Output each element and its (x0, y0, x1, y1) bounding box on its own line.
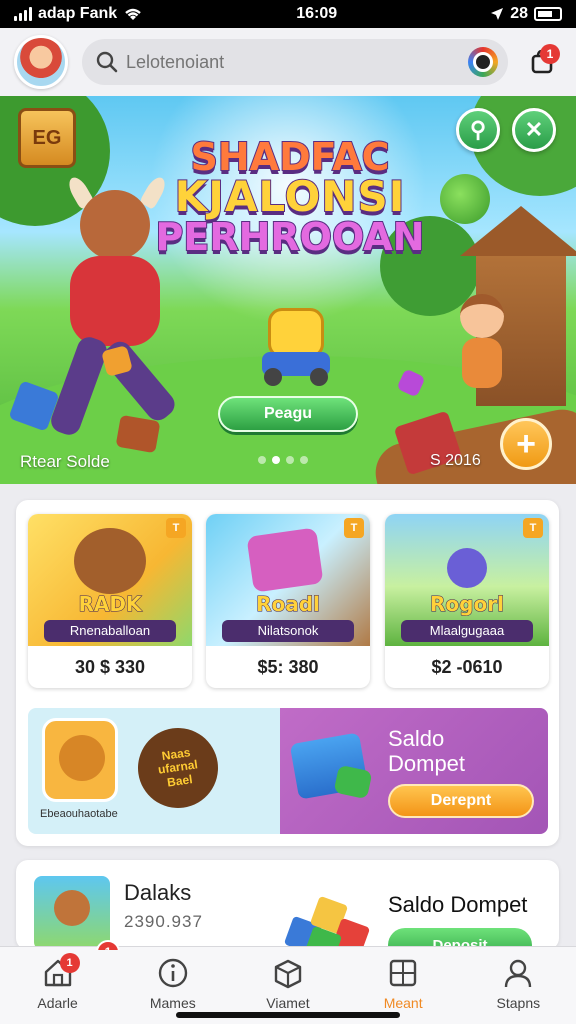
notification-badge: 1 (540, 44, 560, 64)
deposit-button[interactable]: Derepnt (388, 784, 534, 818)
bear-illustration (74, 528, 146, 594)
user-icon (505, 959, 532, 988)
dino-character (440, 174, 490, 224)
toy-car (262, 308, 330, 388)
search-icon (96, 51, 118, 73)
wallet-title: Saldo Dompet (388, 726, 466, 777)
battery-percent: 28 (510, 5, 528, 22)
tab-label: Adarle (37, 995, 78, 1011)
camera-search-icon[interactable] (468, 47, 498, 77)
close-banner-button[interactable]: ✕ (512, 108, 556, 152)
share-button[interactable]: ⚲ (456, 108, 500, 152)
bear-mascot (42, 718, 118, 802)
chest-decoration (115, 414, 161, 454)
wallet-card[interactable]: 1 Dalaks 2390.937 Saldo Dompet Deposit (16, 860, 559, 950)
tab-inventory[interactable]: Viamet (238, 957, 338, 1011)
games-panel: T RADK Rnenaballoan 30 $ 330 T Roadl Nil… (16, 500, 559, 846)
carrier-name: adap Fank (38, 5, 118, 22)
banner-caption-left: Rtear Solde (20, 452, 110, 471)
home-indicator (176, 1012, 400, 1018)
game-subtitle: Mlaalgugaaa (401, 620, 533, 642)
wallet-balance-title: Saldo Dompet (388, 892, 528, 917)
play-button[interactable]: Peagu (218, 396, 358, 432)
grid-icon (389, 959, 417, 987)
machine-illustration (246, 527, 324, 593)
wifi-icon (125, 8, 141, 20)
tab-badge: 1 (59, 953, 80, 973)
notification-button[interactable]: 1 (522, 42, 562, 82)
tab-label: Stapns (496, 995, 541, 1011)
tab-label: Meant (383, 995, 423, 1011)
tab-games[interactable]: Mames (123, 957, 223, 1011)
game-subtitle: Nilatsonok (222, 620, 354, 642)
game-card-3[interactable]: T Rogorl Mlaalgugaaa $2 -0610 (385, 514, 549, 688)
avatar[interactable] (14, 35, 68, 89)
carousel-dot[interactable] (300, 456, 308, 464)
search-bar[interactable] (82, 39, 508, 85)
app-header: 1 (0, 28, 576, 96)
carousel-dots[interactable] (258, 456, 308, 464)
add-button[interactable]: + (500, 418, 552, 470)
gems-illustration (278, 890, 378, 950)
tab-label: Mames (149, 995, 196, 1011)
game-art: T Roadl Nilatsonok (206, 514, 370, 646)
tab-profile[interactable]: Stapns (468, 957, 568, 1011)
carousel-dot[interactable] (258, 456, 266, 464)
card-subtitle: 2390.937 (124, 912, 203, 931)
card-title: Dalaks (124, 880, 192, 905)
game-price: $5: 380 (257, 656, 319, 677)
banner-title: SHADFAC KJALONSI PERHROOAN (155, 135, 426, 259)
game-tag: T (166, 518, 186, 538)
carousel-dot[interactable] (286, 456, 294, 464)
game-title: Rogorl (430, 592, 505, 617)
location-icon (491, 8, 504, 20)
wallet-promo[interactable]: Saldo Dompet Derepnt (280, 708, 548, 834)
tab-home[interactable]: 1 Adarle (8, 953, 108, 1011)
game-price: 30 $ 330 (74, 656, 146, 677)
game-thumbnail[interactable] (34, 876, 110, 950)
game-price: $2 -0610 (431, 656, 503, 677)
character-illustration (447, 548, 487, 588)
game-subtitle: Rnenaballoan (44, 620, 176, 642)
clock: 16:09 (296, 5, 338, 22)
hero-banner[interactable]: EG ⚲ ✕ SHADFAC KJALONSI PERHROOAN Peagu … (0, 96, 576, 484)
banner-caption-right: S 2016 (430, 452, 481, 469)
game-card-1[interactable]: T RADK Rnenaballoan 30 $ 330 (28, 514, 192, 688)
status-bar: adap Fank 16:09 28 (0, 0, 576, 28)
promo-caption: Ebeaouhaotabe (40, 808, 118, 820)
game-card-2[interactable]: T Roadl Nilatsonok $5: 380 (206, 514, 370, 688)
battery-icon (533, 7, 562, 21)
box-icon (274, 959, 302, 989)
tab-label: Viamet (266, 995, 310, 1011)
carousel-dot-active[interactable] (272, 456, 280, 464)
game-art: T RADK Rnenaballoan (28, 514, 192, 646)
game-tag: T (344, 518, 364, 538)
promo-banner-left[interactable]: Naas ufarnal Bael Ebeaouhaotabe (28, 708, 280, 834)
signal-icon (14, 7, 32, 21)
tab-menu[interactable]: Meant (353, 957, 453, 1011)
game-tag: T (523, 518, 543, 538)
search-input[interactable] (126, 51, 460, 73)
kid-character (452, 294, 512, 394)
promo-sticker: Naas ufarnal Bael (132, 722, 224, 814)
game-title: RADK (78, 592, 142, 617)
event-badge[interactable]: EG (18, 108, 76, 168)
info-icon (158, 958, 187, 988)
game-art: T Rogorl Mlaalgugaaa (385, 514, 549, 646)
game-title: Roadl (256, 592, 321, 617)
